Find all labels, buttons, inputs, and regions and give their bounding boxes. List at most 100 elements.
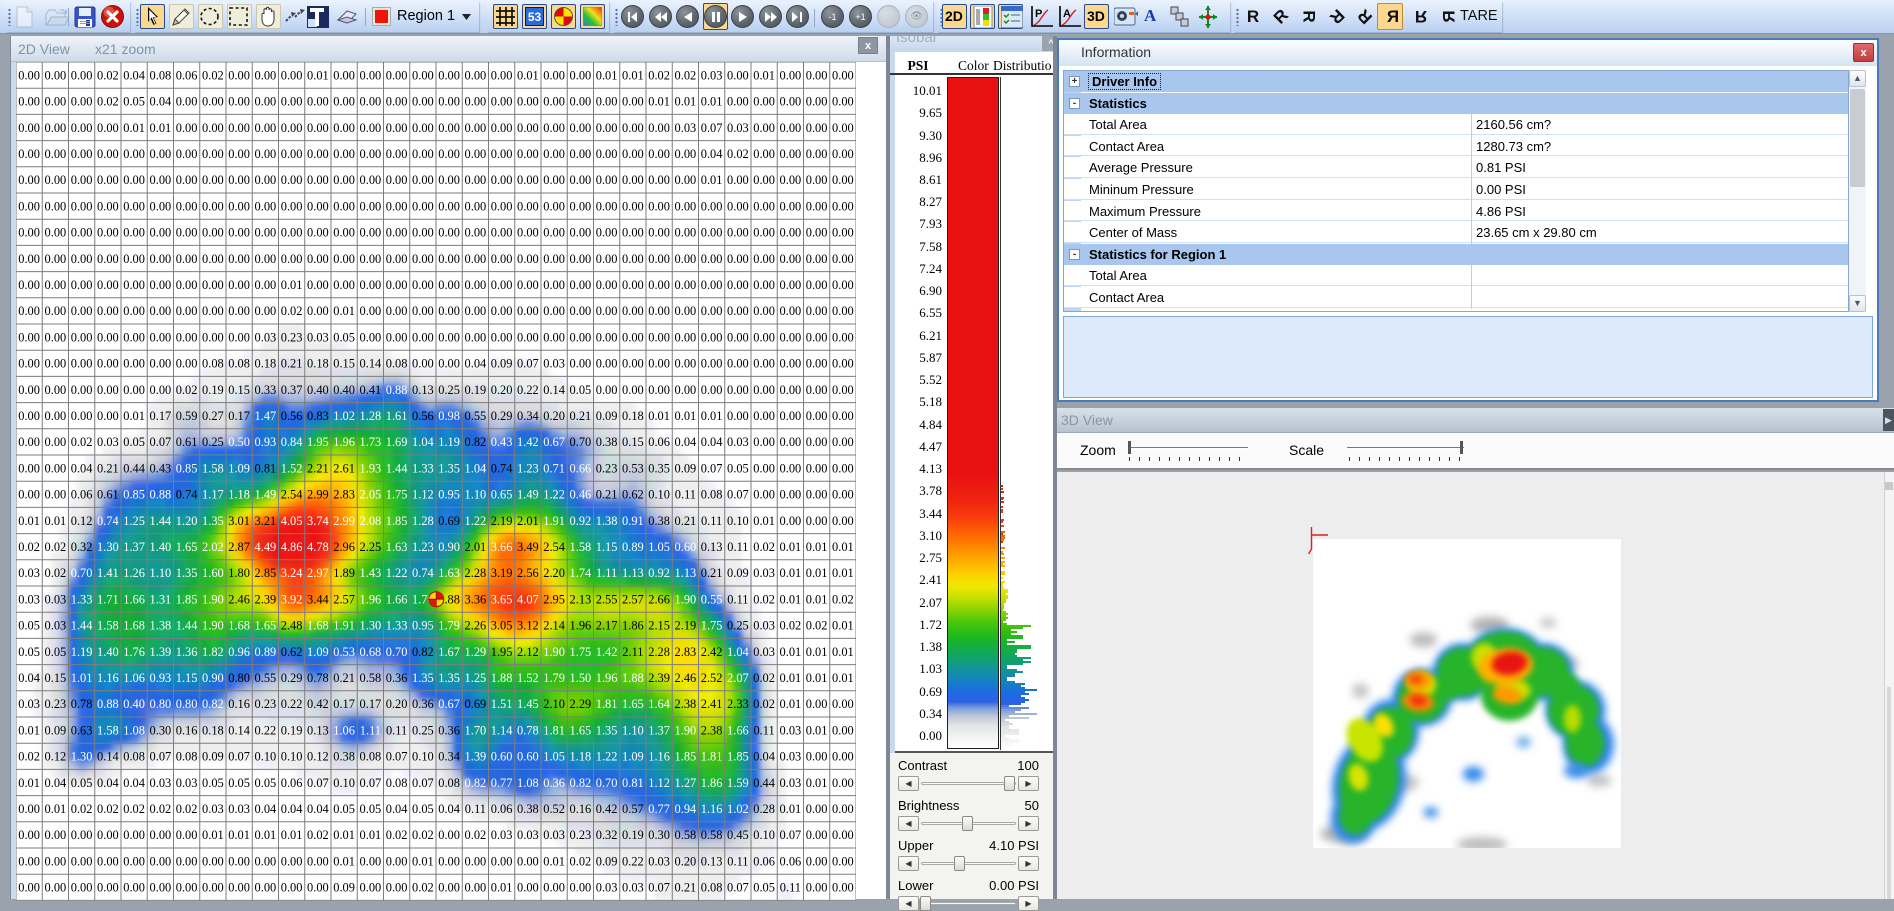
svg-text:1.50: 1.50 (570, 671, 592, 685)
svg-text:1.31: 1.31 (150, 592, 172, 606)
svg-text:0.04: 0.04 (675, 435, 697, 449)
svg-text:1.85: 1.85 (386, 514, 408, 528)
svg-text:0.01: 0.01 (333, 304, 355, 318)
svg-text:0.02: 0.02 (18, 540, 40, 554)
svg-text:0.03: 0.03 (543, 357, 565, 371)
svg-text:0.61: 0.61 (176, 435, 198, 449)
svg-text:0.00: 0.00 (675, 252, 697, 266)
svg-text:1.41: 1.41 (97, 566, 119, 580)
svg-text:1.96: 1.96 (333, 435, 355, 449)
svg-text:0.00: 0.00 (228, 226, 250, 240)
svg-text:0.00: 0.00 (255, 226, 277, 240)
svg-text:0.00: 0.00 (806, 226, 828, 240)
svg-text:1.35: 1.35 (438, 461, 460, 475)
svg-text:0.00: 0.00 (570, 173, 592, 187)
svg-text:0.00: 0.00 (780, 383, 802, 397)
svg-text:0.00: 0.00 (18, 304, 40, 318)
svg-text:0.03: 0.03 (727, 435, 749, 449)
svg-text:0.00: 0.00 (780, 304, 802, 318)
svg-text:0.00: 0.00 (123, 330, 145, 344)
svg-text:0.00: 0.00 (701, 226, 723, 240)
svg-text:0.02: 0.02 (45, 566, 67, 580)
svg-text:0.00: 0.00 (543, 68, 565, 82)
svg-text:0.88: 0.88 (97, 697, 119, 711)
svg-text:2.57: 2.57 (333, 592, 355, 606)
svg-text:0.00: 0.00 (18, 95, 40, 109)
svg-text:0.00: 0.00 (360, 304, 382, 318)
svg-text:0.38: 0.38 (596, 435, 618, 449)
svg-text:0.00: 0.00 (228, 199, 250, 213)
svg-text:1.20: 1.20 (176, 514, 198, 528)
svg-text:0.00: 0.00 (753, 304, 775, 318)
svg-text:0.00: 0.00 (517, 147, 539, 161)
svg-text:0.00: 0.00 (648, 357, 670, 371)
svg-text:0.00: 0.00 (675, 357, 697, 371)
svg-text:0.00: 0.00 (360, 68, 382, 82)
svg-text:0.00: 0.00 (202, 226, 224, 240)
svg-text:0.05: 0.05 (45, 645, 67, 659)
svg-text:2.19: 2.19 (491, 514, 513, 528)
svg-text:1.68: 1.68 (123, 619, 145, 633)
svg-text:0.02: 0.02 (832, 592, 854, 606)
svg-text:0.15: 0.15 (333, 357, 355, 371)
svg-text:0.00: 0.00 (176, 278, 198, 292)
svg-text:0.00: 0.00 (832, 304, 854, 318)
svg-text:0.00: 0.00 (45, 147, 67, 161)
svg-text:0.00: 0.00 (570, 226, 592, 240)
svg-text:0.00: 0.00 (45, 68, 67, 82)
svg-text:0.00: 0.00 (491, 121, 513, 135)
svg-text:0.00: 0.00 (622, 173, 644, 187)
svg-text:0.00: 0.00 (727, 409, 749, 423)
svg-text:1.22: 1.22 (543, 488, 565, 502)
svg-text:0.06: 0.06 (648, 435, 670, 449)
svg-text:1.04: 1.04 (727, 645, 749, 659)
svg-text:1.44: 1.44 (176, 619, 198, 633)
svg-text:0.00: 0.00 (386, 252, 408, 266)
svg-text:2.46: 2.46 (675, 671, 697, 685)
svg-text:1.23: 1.23 (517, 461, 539, 475)
svg-text:0.00: 0.00 (281, 68, 303, 82)
svg-text:0.00: 0.00 (71, 383, 93, 397)
svg-text:0.01: 0.01 (150, 121, 172, 135)
svg-text:0.00: 0.00 (622, 357, 644, 371)
svg-text:0.01: 0.01 (18, 514, 40, 528)
svg-text:0.18: 0.18 (307, 357, 329, 371)
svg-text:0.17: 0.17 (360, 697, 382, 711)
svg-text:0.00: 0.00 (753, 199, 775, 213)
svg-text:0.00: 0.00 (675, 278, 697, 292)
svg-text:0.68: 0.68 (360, 645, 382, 659)
svg-text:0.74: 0.74 (412, 566, 434, 580)
svg-text:0.00: 0.00 (780, 147, 802, 161)
svg-text:0.23: 0.23 (255, 697, 277, 711)
svg-text:0.02: 0.02 (97, 95, 119, 109)
svg-text:0.03: 0.03 (753, 619, 775, 633)
svg-text:1.44: 1.44 (150, 514, 172, 528)
svg-text:2.02: 2.02 (202, 540, 224, 554)
svg-text:0.00: 0.00 (45, 252, 67, 266)
svg-text:0.00: 0.00 (176, 226, 198, 240)
svg-text:1.68: 1.68 (228, 619, 250, 633)
svg-text:0.81: 0.81 (255, 461, 277, 475)
svg-text:0.00: 0.00 (780, 488, 802, 502)
svg-text:0.00: 0.00 (412, 278, 434, 292)
svg-text:0.92: 0.92 (648, 566, 670, 580)
svg-text:1.19: 1.19 (438, 435, 460, 449)
svg-text:0.00: 0.00 (596, 304, 618, 318)
svg-text:0.08: 0.08 (228, 357, 250, 371)
svg-text:0.05: 0.05 (570, 383, 592, 397)
svg-text:1.63: 1.63 (386, 540, 408, 554)
svg-text:1.49: 1.49 (517, 488, 539, 502)
svg-text:2.87: 2.87 (228, 540, 250, 554)
svg-text:0.62: 0.62 (281, 645, 303, 659)
svg-text:1.16: 1.16 (97, 671, 119, 685)
svg-text:0.17: 0.17 (333, 697, 355, 711)
svg-text:0.00: 0.00 (18, 278, 40, 292)
svg-text:0.00: 0.00 (570, 330, 592, 344)
svg-text:0.00: 0.00 (307, 252, 329, 266)
svg-text:0.01: 0.01 (806, 671, 828, 685)
svg-text:0.00: 0.00 (45, 488, 67, 502)
svg-text:0.00: 0.00 (438, 304, 460, 318)
svg-text:0.00: 0.00 (45, 173, 67, 187)
svg-text:0.10: 0.10 (648, 488, 670, 502)
svg-text:0.21: 0.21 (675, 514, 697, 528)
